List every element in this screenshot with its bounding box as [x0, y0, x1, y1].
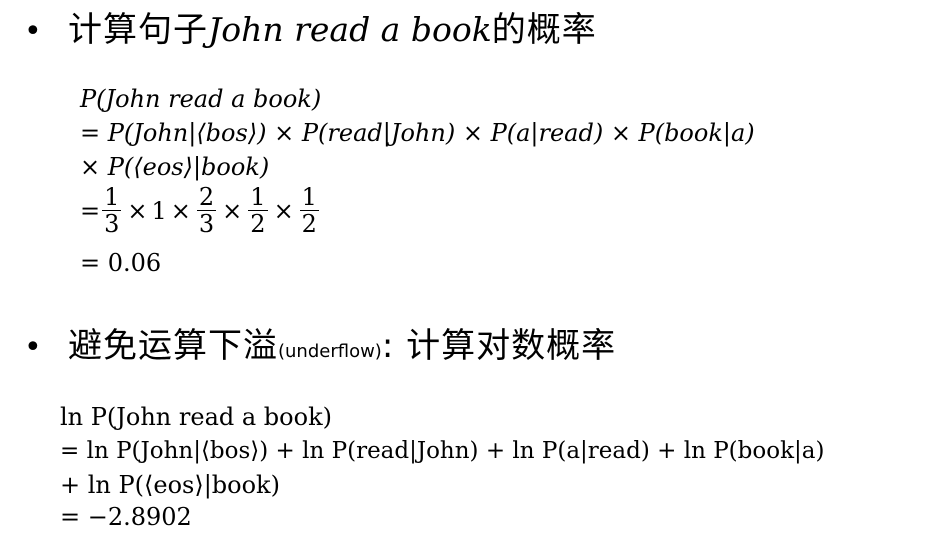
eq2-line1-text: ln P(John read a book) [60, 403, 332, 431]
heading-2-small: (underflow) [278, 341, 382, 362]
eq1-line1: P(John read a book) [80, 85, 322, 113]
eq2-line3: + ln P(⟨eos⟩|book) [60, 468, 280, 502]
times-sign: × [273, 196, 294, 225]
one-value: 1 [151, 196, 167, 225]
eq1-fraction-line: = 1 3 × 1 × 2 3 × 1 2 × 1 2 [80, 184, 321, 237]
bullet-heading-1: • 计算句子John read a book的概率 [24, 2, 597, 51]
fraction-4: 1 2 [299, 183, 319, 238]
fraction-2-denominator: 3 [198, 210, 215, 238]
fraction-2-numerator: 2 [198, 183, 215, 211]
eq2-line2: = ln P(John|⟨bos⟩) + ln P(read|John) + l… [60, 434, 824, 468]
fraction-4-denominator: 2 [301, 210, 317, 238]
eq1-line2: = P(John|⟨bos⟩) × P(read|John) × P(a|rea… [80, 119, 755, 147]
times-sign: × [222, 196, 243, 225]
eq2-line1: ln P(John read a book) [60, 400, 332, 434]
times-sign: × [127, 196, 148, 225]
times-sign: × [170, 196, 191, 225]
slide: { "section1": { "bullet": "•", "heading_… [0, 0, 931, 531]
fraction-1: 1 3 [102, 183, 122, 238]
bullet-marker: • [24, 330, 42, 365]
eq1-result: = 0.06 [80, 249, 162, 277]
heading-2: 避免运算下溢(underflow): 计算对数概率 [68, 318, 616, 367]
eq2-line2-text: = ln P(John|⟨bos⟩) + ln P(read|John) + l… [60, 438, 825, 464]
heading-1: 计算句子John read a book的概率 [68, 2, 597, 51]
bullet-marker: • [24, 14, 42, 49]
fraction-1-numerator: 1 [104, 183, 120, 211]
fraction-1-denominator: 3 [104, 210, 120, 238]
fraction-3: 1 2 [248, 183, 268, 238]
fraction-3-denominator: 2 [250, 210, 266, 238]
bullet-heading-2: • 避免运算下溢(underflow): 计算对数概率 [24, 318, 616, 367]
heading-2-zh: 避免运算下溢 [68, 326, 278, 366]
eq2-line3-text: + ln P(⟨eos⟩|book) [60, 471, 280, 499]
heading-2-suffix: : 计算对数概率 [381, 326, 617, 366]
fraction-3-numerator: 1 [250, 183, 266, 211]
eq1-line3: × P(⟨eos⟩|book) [80, 153, 270, 181]
fraction-4-numerator: 1 [301, 183, 317, 211]
heading-1-zh: 计算句子 [68, 10, 208, 50]
heading-1-sentence: John read a book [208, 10, 492, 49]
heading-1-suffix: 的概率 [491, 10, 597, 50]
eq2-result: = −2.8902 [60, 503, 192, 531]
fraction-2: 2 3 [196, 183, 217, 238]
eq1-equals: = [80, 196, 101, 225]
